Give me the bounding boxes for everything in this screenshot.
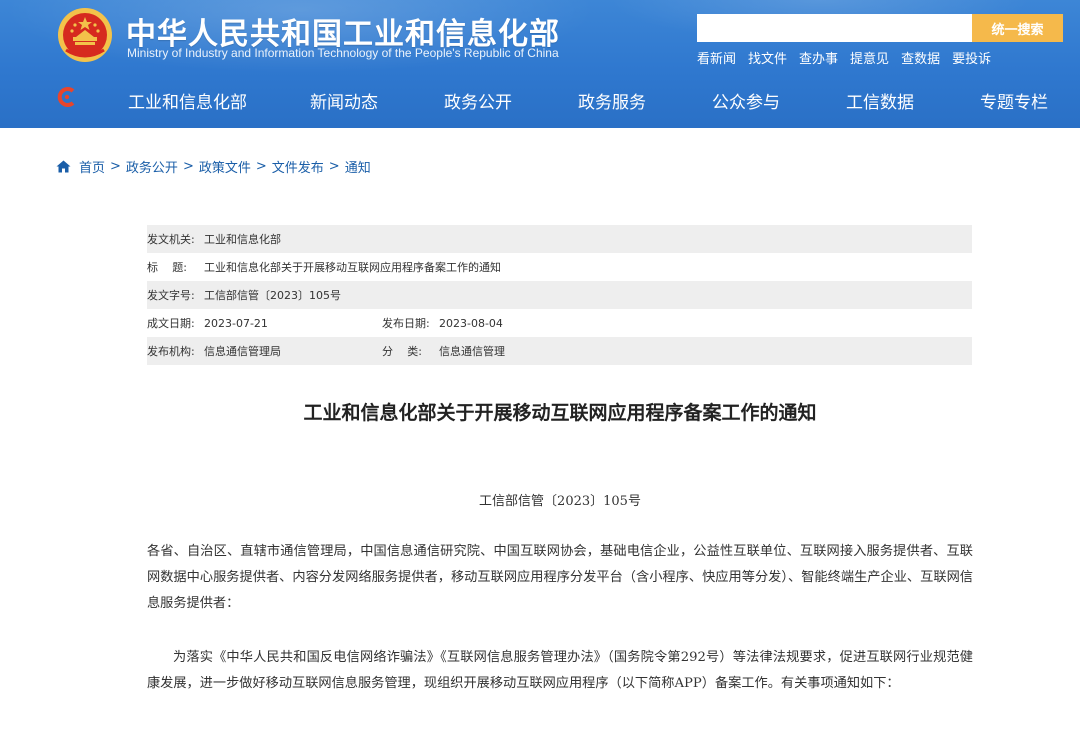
meta-value-publisher: 信息通信管理局 — [204, 345, 281, 358]
meta-row-issuer: 发文机关: 工业和信息化部 — [147, 225, 972, 253]
breadcrumb-policy-docs[interactable]: 政策文件 — [199, 157, 251, 176]
meta-row-title: 标 题: 工业和信息化部关于开展移动互联网应用程序备案工作的通知 — [147, 253, 972, 281]
breadcrumb: 首页 > 政务公开 > 政策文件 > 文件发布 > 通知 — [56, 157, 371, 176]
breadcrumb-gov-affairs[interactable]: 政务公开 — [126, 157, 178, 176]
meta-value-issuer: 工业和信息化部 — [204, 233, 281, 246]
meta-label-written-date: 成文日期: — [147, 317, 195, 330]
breadcrumb-notice[interactable]: 通知 — [345, 157, 371, 176]
meta-label-title-b: 题: — [172, 261, 187, 274]
national-emblem-icon[interactable] — [56, 6, 114, 64]
site-subtitle: Ministry of Industry and Information Tec… — [127, 46, 559, 60]
meta-row-doc-number: 发文字号: 工信部信管〔2023〕105号 — [147, 281, 972, 309]
breadcrumb-separator: > — [110, 158, 121, 174]
quick-link-feedback[interactable]: 提意见 — [850, 48, 889, 67]
meta-label-doc-number: 发文字号: — [147, 289, 195, 302]
document-number: 工信部信管〔2023〕105号 — [479, 494, 641, 509]
breadcrumb-separator: > — [328, 158, 340, 174]
nav-item-news[interactable]: 新闻动态 — [310, 88, 378, 113]
quick-links: 看新闻 找文件 查办事 提意见 查数据 要投诉 — [697, 48, 1003, 67]
nav-item-data[interactable]: 工信数据 — [846, 88, 914, 113]
breadcrumb-separator: > — [255, 158, 267, 174]
document-metadata-table: 发文机关: 工业和信息化部 标 题: 工业和信息化部关于开展移动互联网应用程序备… — [147, 225, 972, 365]
article-paragraph: 为落实《中华人民共和国反电信网络诈骗法》《互联网信息服务管理办法》（国务院令第2… — [147, 650, 973, 691]
quick-link-services[interactable]: 查办事 — [799, 48, 838, 67]
meta-label-category-a: 分 — [382, 345, 393, 358]
home-icon — [56, 160, 71, 172]
meta-value-written-date: 2023-07-21 — [204, 316, 268, 330]
quick-link-complaint[interactable]: 要投诉 — [952, 48, 991, 67]
quick-link-news[interactable]: 看新闻 — [697, 48, 736, 67]
nav-item-gov-affairs[interactable]: 政务公开 — [444, 88, 512, 113]
document-title: 工业和信息化部关于开展移动互联网应用程序备案工作的通知 — [303, 402, 817, 424]
breadcrumb-separator: > — [182, 158, 194, 174]
meta-value-doc-number: 工信部信管〔2023〕105号 — [204, 289, 341, 302]
miit-logo-icon[interactable] — [56, 86, 78, 108]
meta-value-publish-date: 2023-08-04 — [439, 316, 503, 330]
meta-row-dates: 成文日期: 2023-07-21 发布日期: 2023-08-04 — [147, 309, 972, 337]
article-paragraph: 各省、自治区、直辖市通信管理局，中国信息通信研究院、中国互联网协会，基础电信企业… — [147, 544, 973, 611]
meta-label-category-b: 类: — [407, 345, 422, 358]
meta-row-publisher: 发布机构: 信息通信管理局 分 类: 信息通信管理 — [147, 337, 972, 365]
nav-item-public-participation[interactable]: 公众参与 — [712, 88, 780, 113]
meta-value-title: 工业和信息化部关于开展移动互联网应用程序备案工作的通知 — [204, 261, 501, 274]
nav-item-ministry[interactable]: 工业和信息化部 — [128, 88, 247, 113]
breadcrumb-home[interactable]: 首页 — [79, 157, 105, 176]
meta-label-title: 标 题: — [147, 259, 187, 275]
site-header: 中华人民共和国工业和信息化部 Ministry of Industry and … — [0, 0, 1080, 128]
search-input[interactable] — [697, 14, 972, 42]
meta-label-title-a: 标 — [147, 261, 158, 274]
meta-value-category: 信息通信管理 — [439, 345, 505, 358]
breadcrumb-doc-release[interactable]: 文件发布 — [272, 157, 324, 176]
meta-label-publisher: 发布机构: — [147, 345, 195, 358]
main-nav: 工业和信息化部 新闻动态 政务公开 政务服务 公众参与 工信数据 专题专栏 — [0, 76, 1080, 120]
nav-item-special-topics[interactable]: 专题专栏 — [980, 88, 1048, 113]
meta-label-publish-date: 发布日期: — [382, 317, 430, 330]
search-button[interactable]: 统一搜索 — [972, 14, 1063, 42]
quick-link-files[interactable]: 找文件 — [748, 48, 787, 67]
nav-item-gov-services[interactable]: 政务服务 — [578, 88, 646, 113]
meta-label-category: 分 类: — [382, 343, 422, 359]
meta-label-issuer: 发文机关: — [147, 233, 195, 246]
quick-link-data[interactable]: 查数据 — [901, 48, 940, 67]
